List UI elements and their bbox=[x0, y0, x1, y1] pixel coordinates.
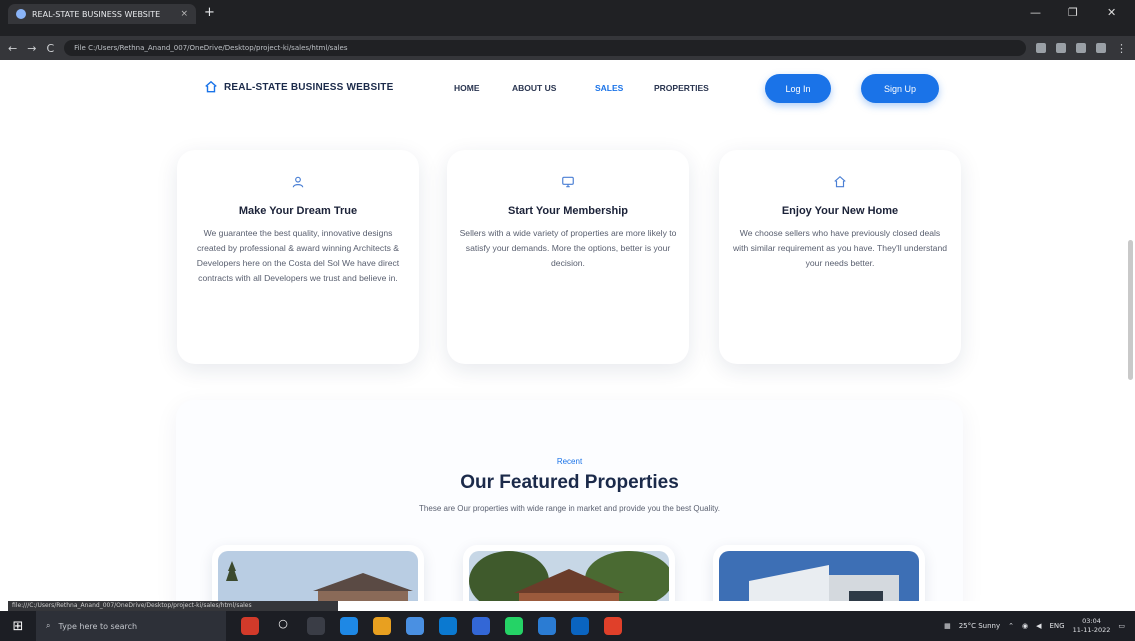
nav-home[interactable]: HOME bbox=[454, 83, 480, 93]
property-image bbox=[719, 551, 919, 601]
security-icon[interactable] bbox=[472, 617, 490, 635]
home-logo-icon bbox=[205, 80, 217, 93]
status-url-tooltip: file:///C:/Users/Rethna_Anand_007/OneDri… bbox=[8, 601, 338, 611]
whatsapp-icon[interactable] bbox=[505, 617, 523, 635]
edge-icon[interactable] bbox=[340, 617, 358, 635]
taskbar: ⊞ ⌕ Type here to search ○ ▦ 25°C Sunny ⌃… bbox=[0, 611, 1135, 641]
new-tab-button[interactable]: + bbox=[204, 5, 215, 20]
page-viewport: REAL-STATE BUSINESS WEBSITE HOME ABOUT U… bbox=[0, 60, 1135, 601]
section-eyebrow: Recent bbox=[556, 457, 583, 466]
property-card[interactable] bbox=[463, 545, 675, 601]
profile-icon[interactable] bbox=[1096, 43, 1106, 53]
menu-icon[interactable]: ⋮ bbox=[1116, 42, 1127, 55]
lang-indicator[interactable]: ENG bbox=[1050, 622, 1065, 630]
clock-date: 11-11-2022 bbox=[1072, 626, 1111, 634]
property-card[interactable] bbox=[212, 545, 424, 601]
feature-card: Start Your Membership Sellers with a wid… bbox=[447, 150, 689, 364]
home-icon bbox=[830, 172, 850, 192]
feature-card: Enjoy Your New Home We choose sellers wh… bbox=[719, 150, 961, 364]
search-icon: ⌕ bbox=[46, 621, 51, 630]
property-card[interactable] bbox=[713, 545, 925, 601]
tab-close-button[interactable]: × bbox=[180, 9, 188, 19]
news-icon[interactable] bbox=[241, 617, 259, 635]
url-field[interactable]: File C:/Users/Rethna_Anand_007/OneDrive/… bbox=[64, 40, 1026, 56]
store-icon[interactable] bbox=[439, 617, 457, 635]
address-bar-row: ← → C File C:/Users/Rethna_Anand_007/One… bbox=[0, 36, 1135, 60]
feature-text: Sellers with a wide variety of propertie… bbox=[459, 228, 677, 268]
chrome-icon[interactable] bbox=[373, 617, 391, 635]
browser-tab-bar: REAL-STATE BUSINESS WEBSITE × + — ❐ ✕ bbox=[0, 0, 1135, 36]
app-icon[interactable] bbox=[571, 617, 589, 635]
feature-title: Start Your Membership bbox=[507, 205, 628, 217]
property-image bbox=[218, 551, 418, 601]
minimize-button[interactable]: — bbox=[1030, 6, 1041, 19]
task-view-icon[interactable] bbox=[307, 617, 325, 635]
notification-icon[interactable]: ▭ bbox=[1118, 622, 1125, 630]
site-brand[interactable]: REAL-STATE BUSINESS WEBSITE bbox=[204, 80, 393, 94]
login-button[interactable]: Log In bbox=[765, 74, 831, 103]
property-image bbox=[469, 551, 669, 601]
clock-time: 03:04 bbox=[1082, 617, 1101, 625]
feature-text: We guarantee the best quality, innovativ… bbox=[196, 228, 400, 283]
nav-sales[interactable]: SALES bbox=[595, 83, 623, 93]
network-icon[interactable]: ◉ bbox=[1022, 622, 1028, 630]
featured-properties-section: Recent Our Featured Properties These are… bbox=[176, 400, 963, 601]
maximize-button[interactable]: ❐ bbox=[1068, 6, 1078, 19]
taskbar-search[interactable]: ⌕ Type here to search bbox=[36, 611, 226, 641]
nav-properties[interactable]: PROPERTIES bbox=[654, 83, 709, 93]
brand-name: REAL-STATE BUSINESS WEBSITE bbox=[224, 81, 394, 93]
file-explorer-icon[interactable] bbox=[406, 617, 424, 635]
start-button[interactable]: ⊞ bbox=[0, 611, 36, 641]
section-title: Our Featured Properties bbox=[460, 472, 679, 493]
back-icon[interactable]: ← bbox=[8, 42, 17, 55]
browser-tab[interactable]: REAL-STATE BUSINESS WEBSITE × bbox=[8, 4, 196, 24]
clock[interactable]: 03:04 11-11-2022 bbox=[1073, 617, 1111, 635]
system-tray: ▦ 25°C Sunny ⌃ ◉ ◀ ENG 03:04 11-11-2022 … bbox=[944, 617, 1135, 635]
tab-favicon-icon bbox=[16, 9, 26, 19]
weather-icon[interactable]: ▦ bbox=[944, 622, 951, 630]
signup-button[interactable]: Sign Up bbox=[861, 74, 939, 103]
vscode-icon[interactable] bbox=[538, 617, 556, 635]
site-navbar: REAL-STATE BUSINESS WEBSITE HOME ABOUT U… bbox=[0, 60, 1135, 118]
cortana-icon[interactable]: ○ bbox=[274, 617, 292, 635]
volume-icon[interactable]: ◀ bbox=[1036, 622, 1041, 630]
section-subtitle: These are Our properties with wide range… bbox=[419, 504, 720, 513]
bookmark-star-icon[interactable] bbox=[1056, 43, 1066, 53]
nav-about-us[interactable]: ABOUT US bbox=[512, 83, 556, 93]
close-window-button[interactable]: ✕ bbox=[1107, 6, 1116, 19]
weather-text[interactable]: 25°C Sunny bbox=[959, 622, 1000, 630]
sidebar-icon[interactable] bbox=[1076, 43, 1086, 53]
user-icon bbox=[288, 172, 308, 192]
reload-icon[interactable]: C bbox=[46, 42, 54, 55]
chrome-active-icon[interactable] bbox=[604, 617, 622, 635]
search-placeholder: Type here to search bbox=[58, 621, 138, 631]
feature-title: Make Your Dream True bbox=[238, 205, 358, 217]
feature-text: We choose sellers who have previously cl… bbox=[732, 228, 948, 268]
tray-chevron-icon[interactable]: ⌃ bbox=[1008, 622, 1014, 630]
feature-title: Enjoy Your New Home bbox=[781, 205, 899, 217]
tab-title: REAL-STATE BUSINESS WEBSITE bbox=[32, 9, 161, 19]
forward-icon[interactable]: → bbox=[27, 42, 36, 55]
monitor-icon bbox=[558, 172, 578, 192]
page-scrollbar[interactable] bbox=[1128, 240, 1133, 380]
share-icon[interactable] bbox=[1036, 43, 1046, 53]
feature-card: Make Your Dream True We guarantee the be… bbox=[177, 150, 419, 364]
